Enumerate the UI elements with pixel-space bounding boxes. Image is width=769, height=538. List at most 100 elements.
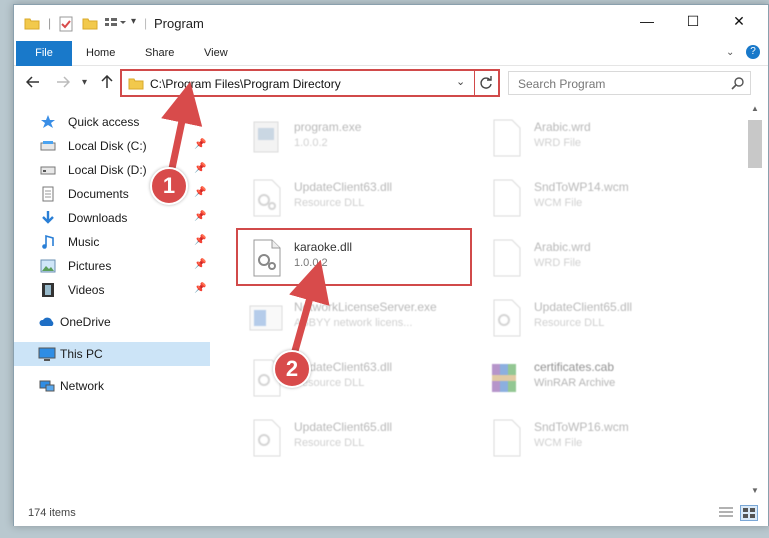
file-name: UpdateClient63.dll bbox=[294, 180, 393, 194]
file-item[interactable]: NetworkLicenseServer.exe ABBYY network l… bbox=[224, 288, 464, 346]
search-icon[interactable] bbox=[731, 76, 745, 93]
file-detail: WRD File bbox=[534, 137, 582, 149]
back-arrow-icon[interactable] bbox=[25, 75, 40, 93]
drive-icon bbox=[40, 138, 56, 154]
file-name: SndToWP14.wcm bbox=[534, 180, 629, 194]
scroll-up-icon[interactable]: ▲ bbox=[751, 104, 759, 113]
address-bar[interactable]: C:\Program Files\Program Directory ⌄ bbox=[120, 69, 500, 97]
file-item[interactable]: SndToWP16.wcm WCM File bbox=[464, 408, 704, 466]
sidebar-item-local-disk-c[interactable]: Local Disk (C:) 📌 bbox=[14, 134, 210, 158]
tab-file[interactable]: File bbox=[16, 41, 72, 66]
music-icon bbox=[40, 234, 56, 250]
dll-icon bbox=[486, 298, 526, 338]
details-view-icon[interactable] bbox=[718, 506, 734, 523]
tab-home[interactable]: Home bbox=[72, 41, 129, 66]
up-arrow-icon[interactable] bbox=[100, 74, 114, 93]
sidebar-item-label: Music bbox=[68, 235, 100, 249]
file-item[interactable]: UpdateClient63.dll Resource DLL bbox=[224, 168, 464, 226]
file-name: program.exe bbox=[294, 120, 362, 134]
properties-icon[interactable] bbox=[58, 16, 74, 35]
network-icon bbox=[38, 378, 55, 394]
dll-icon bbox=[246, 418, 286, 458]
view-options-icon[interactable] bbox=[104, 16, 126, 33]
sidebar-item-label: Quick access bbox=[68, 115, 140, 129]
file-item[interactable]: Arabic.wrd WRD File bbox=[464, 108, 704, 166]
scroll-thumb[interactable] bbox=[748, 120, 762, 168]
sidebar-item-label: Local Disk (D:) bbox=[68, 163, 147, 177]
file-name: certificates.cab bbox=[534, 360, 615, 374]
forward-arrow-icon[interactable] bbox=[56, 75, 71, 93]
sidebar-item-label: This PC bbox=[60, 347, 103, 361]
blank-file-icon bbox=[486, 238, 526, 278]
exe-icon bbox=[246, 298, 286, 338]
computer-icon bbox=[38, 346, 56, 362]
sidebar-item-label: Network bbox=[60, 379, 105, 393]
address-path[interactable]: C:\Program Files\Program Directory bbox=[150, 77, 341, 91]
vertical-scrollbar[interactable]: ▲ ▼ bbox=[744, 102, 768, 500]
file-name: NetworkLicenseServer.exe bbox=[294, 300, 437, 314]
file-name: UpdateClient65.dll bbox=[534, 300, 633, 314]
tab-view[interactable]: View bbox=[190, 41, 242, 66]
file-detail: Resource DLL bbox=[534, 317, 605, 329]
minimize-button[interactable]: — bbox=[624, 5, 670, 37]
file-detail: WinRAR Archive bbox=[534, 377, 616, 389]
exe-icon bbox=[246, 118, 286, 158]
blank-file-icon bbox=[486, 178, 526, 218]
customize-toolbar-icon[interactable]: ▾ bbox=[131, 16, 136, 27]
file-item[interactable]: UpdateClient65.dll Resource DLL bbox=[464, 288, 704, 346]
search-placeholder: Search Program bbox=[518, 77, 606, 91]
large-icons-view-icon[interactable] bbox=[740, 505, 758, 521]
sidebar-item-quick-access[interactable]: Quick access bbox=[14, 110, 210, 134]
sidebar-item-videos[interactable]: Videos 📌 bbox=[14, 278, 210, 302]
tab-share[interactable]: Share bbox=[131, 41, 188, 66]
file-detail: WRD File bbox=[534, 257, 582, 269]
recent-locations-icon[interactable]: ▾ bbox=[82, 77, 87, 88]
sidebar-item-label: Documents bbox=[68, 187, 129, 201]
new-folder-icon[interactable] bbox=[82, 16, 98, 33]
sidebar-item-downloads[interactable]: Downloads 📌 bbox=[14, 206, 210, 230]
sidebar-item-pictures[interactable]: Pictures 📌 bbox=[14, 254, 210, 278]
file-detail: WCM File bbox=[534, 437, 583, 449]
archive-icon bbox=[486, 358, 526, 398]
title-divider: | bbox=[144, 16, 148, 30]
file-detail: 1.0.0.2 bbox=[294, 137, 328, 149]
file-detail: Resource DLL bbox=[294, 197, 365, 209]
star-icon bbox=[40, 114, 56, 130]
expand-ribbon-icon[interactable]: ⌄ bbox=[726, 47, 734, 58]
file-detail: WCM File bbox=[534, 197, 583, 209]
file-name: UpdateClient65.dll bbox=[294, 420, 393, 434]
file-item[interactable]: UpdateClient65.dll Resource DLL bbox=[224, 408, 464, 466]
file-item[interactable]: Arabic.wrd WRD File bbox=[464, 228, 704, 286]
sidebar-item-network[interactable]: Network bbox=[14, 374, 210, 398]
file-item[interactable]: certificates.cab WinRAR Archive bbox=[464, 348, 704, 406]
sidebar-item-music[interactable]: Music 📌 bbox=[14, 230, 210, 254]
file-item[interactable]: UpdateClient63.dll Resource DLL bbox=[224, 348, 464, 406]
refresh-button[interactable] bbox=[474, 71, 496, 95]
pin-icon: 📌 bbox=[194, 139, 207, 150]
explorer-window: | ▾ | Program — ☐ ✕ File Home Share View… bbox=[13, 4, 769, 526]
documents-icon bbox=[40, 186, 56, 202]
file-item[interactable]: SndToWP14.wcm WCM File bbox=[464, 168, 704, 226]
help-icon[interactable]: ? bbox=[746, 45, 760, 59]
address-dropdown-icon[interactable]: ⌄ bbox=[456, 75, 465, 88]
title-bar: | ▾ | Program — ☐ ✕ bbox=[14, 5, 768, 41]
window-title: Program bbox=[154, 16, 204, 31]
sidebar-item-label: Videos bbox=[68, 283, 105, 297]
videos-icon bbox=[40, 282, 56, 298]
file-detail: ABBYY network licens... bbox=[294, 317, 413, 329]
scroll-down-icon[interactable]: ▼ bbox=[751, 486, 759, 495]
close-button[interactable]: ✕ bbox=[716, 5, 762, 37]
step-1-badge: 1 bbox=[150, 167, 188, 205]
sidebar-item-this-pc[interactable]: This PC bbox=[14, 342, 210, 366]
maximize-button[interactable]: ☐ bbox=[670, 5, 716, 37]
drive-icon bbox=[40, 162, 56, 178]
file-item[interactable]: program.exe 1.0.0.2 bbox=[224, 108, 464, 166]
search-input[interactable]: Search Program bbox=[508, 71, 751, 95]
blank-file-icon bbox=[486, 118, 526, 158]
item-count: 174 items bbox=[28, 507, 76, 519]
ribbon-tabs: File Home Share View ⌄ ? bbox=[14, 41, 768, 66]
sidebar-item-onedrive[interactable]: OneDrive bbox=[14, 310, 210, 334]
download-icon bbox=[40, 210, 56, 226]
file-name: Arabic.wrd bbox=[534, 120, 591, 134]
pin-icon: 📌 bbox=[194, 283, 207, 294]
